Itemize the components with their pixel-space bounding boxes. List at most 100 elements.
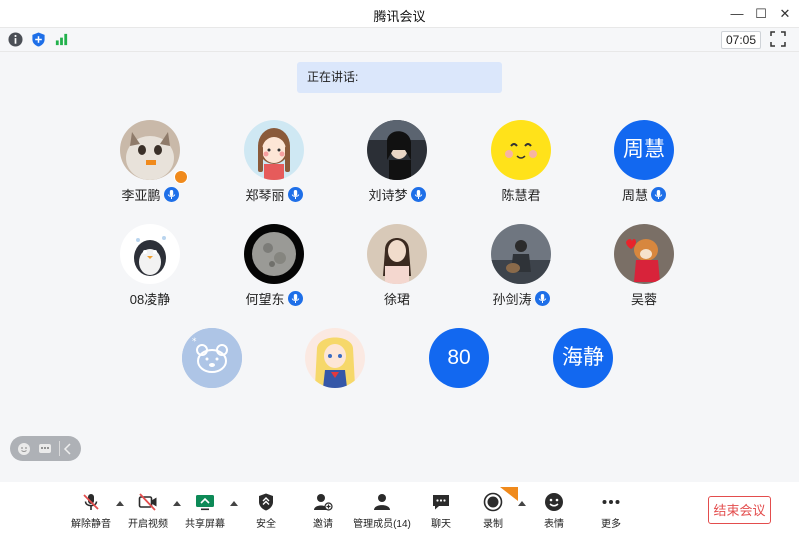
- meeting-info-bar: 07:05: [0, 27, 799, 52]
- unmute-label: 解除静音: [71, 519, 111, 530]
- svg-text:*: *: [192, 337, 197, 347]
- title-bar: 腾讯会议 — ☐ ✕: [0, 0, 799, 27]
- meeting-timer: 07:05: [721, 31, 761, 49]
- mic-icon: [163, 187, 179, 202]
- participant-name-row: 何望东: [214, 289, 334, 308]
- share-screen-button[interactable]: 共享屏幕: [175, 492, 235, 532]
- participant-name: 08凌静: [129, 292, 171, 307]
- maximize-button[interactable]: ☐: [751, 4, 771, 24]
- chevron-left-icon[interactable]: [63, 443, 73, 455]
- invite-label: 邀请: [313, 519, 333, 530]
- window-title: 腾讯会议: [373, 9, 426, 24]
- participant-name-row: 李亚鹏: [90, 185, 210, 204]
- participant-name-row: 陈慧君: [461, 185, 581, 204]
- chat-icon: [433, 495, 449, 510]
- participant-tile[interactable]: 吴蓉: [584, 224, 704, 324]
- avatar-yellow-face: [491, 120, 551, 180]
- info-icon[interactable]: [8, 32, 23, 47]
- participant-name: 郑琴丽: [245, 188, 285, 203]
- avatar-girl-photo: [367, 224, 427, 284]
- participant-name-row: 刘诗梦: [337, 185, 457, 204]
- participant-tile[interactable]: 80: [399, 328, 519, 428]
- participant-tile[interactable]: 孙剑涛: [461, 224, 581, 324]
- participant-name: 周慧: [621, 188, 648, 203]
- participant-name: 何望东: [245, 292, 285, 307]
- members-icon: [374, 494, 390, 510]
- participant-name: 吴蓉: [630, 292, 657, 307]
- participant-tile[interactable]: 08凌静: [90, 224, 210, 324]
- participant-tile[interactable]: 刘诗梦: [337, 120, 457, 220]
- reactions-label: 表情: [544, 519, 564, 530]
- bottom-toolbar: 解除静音 开启视频 共享屏幕 安全 邀请 管理成员(14) 聊天 录制 表情 更…: [0, 482, 799, 535]
- mic-icon: [287, 291, 303, 306]
- participant-tile[interactable]: 何望东: [214, 224, 334, 324]
- participant-name-row: 徐珺: [337, 289, 457, 308]
- participant-name: 陈慧君: [501, 188, 541, 203]
- participant-name: 李亚鹏: [121, 188, 161, 203]
- camera-off-icon: [138, 493, 157, 511]
- invite-button[interactable]: 邀请: [293, 492, 353, 532]
- participant-tile[interactable]: 陈慧君: [461, 120, 581, 220]
- close-button[interactable]: ✕: [775, 4, 795, 24]
- shield-icon: [259, 493, 273, 511]
- record-button[interactable]: 录制: [463, 487, 523, 532]
- participant-tile[interactable]: 徐珺: [337, 224, 457, 324]
- avatar-initials: 80: [429, 328, 489, 388]
- participant-tile[interactable]: *: [152, 328, 272, 428]
- participant-tile[interactable]: 海静: [523, 328, 643, 428]
- minimize-button[interactable]: —: [727, 4, 747, 24]
- avatar-penguin: [120, 224, 180, 284]
- new-badge-icon: [500, 487, 518, 501]
- shield-icon[interactable]: [31, 32, 46, 47]
- avatar-girl-drawing: [244, 120, 304, 180]
- mic-icon: [651, 187, 666, 202]
- more-button[interactable]: 更多: [581, 492, 641, 532]
- mic-icon: [534, 291, 550, 306]
- reactions-button[interactable]: 表情: [524, 492, 584, 532]
- participant-tile[interactable]: 周慧 周慧: [584, 120, 704, 220]
- security-button[interactable]: 安全: [236, 492, 296, 532]
- floating-reaction-bar: [10, 436, 81, 461]
- avatar-cat: [120, 120, 180, 180]
- emoji-icon[interactable]: [17, 442, 31, 456]
- participant-tile[interactable]: [275, 328, 395, 428]
- more-dots-icon: [602, 500, 620, 504]
- end-meeting-button[interactable]: 结束会议: [708, 496, 771, 524]
- participant-name: 徐珺: [383, 292, 410, 307]
- avatar-guitar-photo: [491, 224, 551, 284]
- participant-name-row: 吴蓉: [584, 289, 704, 308]
- mic-muted-icon: [83, 494, 99, 510]
- share-screen-icon: [196, 495, 214, 511]
- divider: [59, 441, 60, 456]
- participant-tile[interactable]: 郑琴丽: [214, 120, 334, 220]
- avatar-dark-photo: [367, 120, 427, 180]
- more-label: 更多: [601, 519, 621, 530]
- participant-name-row: 08凌静: [90, 289, 210, 308]
- unmute-button[interactable]: 解除静音: [61, 492, 121, 532]
- participant-tile[interactable]: 李亚鹏: [90, 120, 210, 220]
- participant-name-row: 郑琴丽: [214, 185, 334, 204]
- mic-icon: [410, 187, 426, 202]
- avatar-initials: 海静: [553, 328, 613, 388]
- host-badge-icon: [174, 170, 188, 184]
- start-video-button[interactable]: 开启视频: [118, 492, 178, 532]
- active-speaker-banner: 正在讲话:: [297, 62, 502, 93]
- manage-members-label: 管理成员(14): [353, 519, 411, 530]
- danmaku-icon[interactable]: [38, 442, 52, 456]
- smiley-icon: [545, 493, 563, 511]
- participant-name: 孙剑涛: [492, 292, 532, 307]
- avatar-initials: 周慧: [614, 120, 674, 180]
- fullscreen-icon[interactable]: [770, 31, 786, 47]
- record-label: 录制: [483, 519, 503, 530]
- add-user-icon: [314, 494, 333, 511]
- participant-name-row: 孙剑涛: [461, 289, 581, 308]
- chat-button[interactable]: 聊天: [411, 492, 471, 532]
- avatar-bear: *: [182, 328, 242, 388]
- avatar-dog-photo: [614, 224, 674, 284]
- active-speaker-label: 正在讲话:: [307, 70, 359, 84]
- chat-label: 聊天: [431, 519, 451, 530]
- manage-members-button[interactable]: 管理成员(14): [352, 492, 412, 532]
- security-label: 安全: [256, 519, 276, 530]
- participant-name: 刘诗梦: [368, 188, 408, 203]
- signal-icon[interactable]: [54, 32, 69, 47]
